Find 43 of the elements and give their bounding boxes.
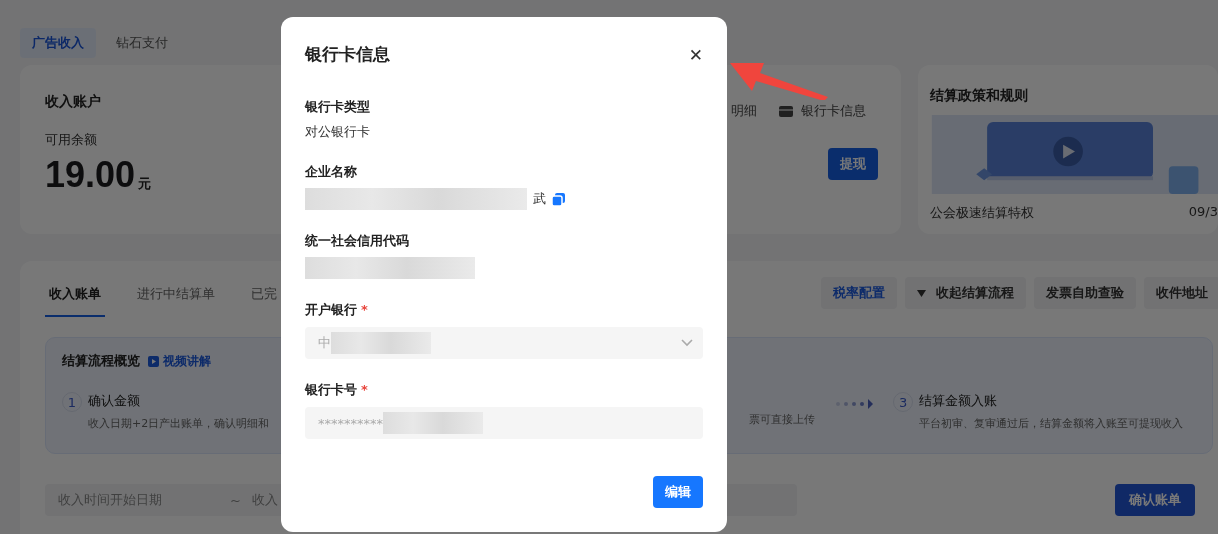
withdraw-button[interactable]: 提现 xyxy=(828,148,878,181)
policy-item-date: 09/3 xyxy=(1188,204,1218,222)
field-label: 开户银行 * xyxy=(305,301,369,319)
field-label: 企业名称 xyxy=(305,163,358,181)
card-icon xyxy=(779,105,793,117)
balance-amount: 19.00 xyxy=(45,157,136,194)
bill-tab[interactable]: 收入账单 xyxy=(45,261,105,318)
step-title: 确认金额 xyxy=(88,392,141,411)
top-tab[interactable]: 广告收入 xyxy=(20,28,96,58)
process-title: 结算流程概览 xyxy=(62,352,140,371)
card-title: 收入账户 xyxy=(45,93,102,112)
step-title: 结算金额入账 xyxy=(919,392,999,411)
field-label: 银行卡类型 xyxy=(305,98,371,116)
edit-button[interactable]: 编辑 xyxy=(653,476,703,508)
currency-unit: 元 xyxy=(138,175,152,194)
field-label: 银行卡号 * xyxy=(305,381,369,399)
top-tab[interactable]: 钻石支付 xyxy=(104,28,180,58)
confirm-bill-button[interactable]: 确认账单 xyxy=(1115,484,1195,517)
collapse-button[interactable]: 收起结算流程 xyxy=(905,277,1026,310)
bill-tab[interactable]: 进行中结算单 xyxy=(133,261,219,318)
action-button[interactable]: 发票自助查验 xyxy=(1034,277,1136,310)
copy-icon[interactable] xyxy=(552,192,565,206)
video-link[interactable]: 视频讲解 xyxy=(148,352,211,370)
field-label: 统一社会信用代码 xyxy=(305,232,410,250)
triangle-icon xyxy=(917,289,926,297)
policy-item-title[interactable]: 公会极速结算特权 xyxy=(930,204,1034,223)
balance-label: 可用余额 xyxy=(45,131,98,150)
bank-card-link[interactable]: 银行卡信息 xyxy=(779,102,866,121)
step-description: 平台初审、复审通过后，结算金额将入账至可提现收入 xyxy=(919,416,1184,432)
play-icon xyxy=(148,355,159,367)
bill-tab[interactable]: 已完 xyxy=(247,261,281,318)
step-description: 收入日期+2日产出账单，确认明细和 xyxy=(88,416,270,432)
action-button[interactable]: 收件地址 xyxy=(1144,277,1218,310)
field-value: 对公银行卡 xyxy=(305,123,370,141)
step-description: 票可直接上传 xyxy=(749,412,816,428)
dotted-arrow-icon xyxy=(835,398,876,411)
details-link[interactable]: 明细 xyxy=(731,102,757,121)
tax-config-button[interactable]: 税率配置 xyxy=(821,277,897,310)
dialog-title: 银行卡信息 xyxy=(305,43,390,66)
card-title: 结算政策和规则 xyxy=(930,87,1029,106)
field-value: 武 xyxy=(533,190,546,208)
close-button[interactable]: ✕ xyxy=(688,44,703,65)
chevron-down-icon xyxy=(681,339,693,347)
